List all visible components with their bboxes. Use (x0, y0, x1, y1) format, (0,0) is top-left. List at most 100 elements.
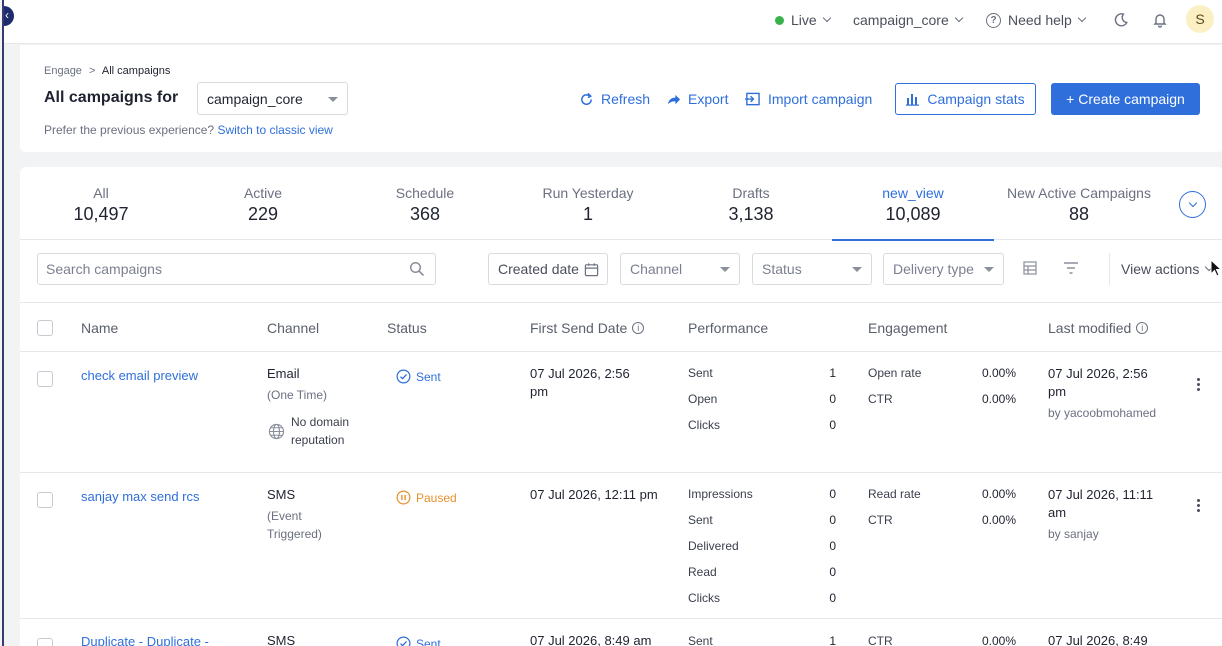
workspace-select-value: campaign_core (207, 90, 303, 107)
workspace-switcher[interactable]: campaign_core (853, 0, 963, 40)
search-input[interactable] (46, 261, 386, 277)
performance-metrics: Sent 1 Open 0 Clicks 0 (688, 366, 838, 456)
info-icon[interactable]: i (632, 322, 645, 334)
import-label: Import campaign (768, 91, 873, 107)
status-badge: Paused (396, 490, 457, 505)
environment-switcher[interactable]: Live (775, 0, 831, 40)
tab-drafts[interactable]: Drafts 3,138 (670, 167, 832, 240)
column-last-modified[interactable]: Last modified i (1048, 320, 1149, 336)
channel-filter-label: Channel (630, 261, 683, 277)
workspace-select[interactable]: campaign_core (197, 82, 348, 115)
dark-mode-toggle[interactable] (1113, 0, 1129, 40)
tab-label: Run Yesterday (542, 185, 634, 201)
channel-name: SMS (267, 487, 296, 502)
breadcrumb-engage[interactable]: Engage (44, 65, 82, 77)
column-status[interactable]: Status (387, 320, 427, 336)
bell-icon (1153, 14, 1167, 28)
view-actions-menu[interactable]: View actions (1109, 253, 1214, 285)
import-campaign-button[interactable]: Import campaign (744, 83, 872, 115)
column-first-send-date[interactable]: First Send Date i (530, 320, 645, 336)
status-filter[interactable]: Status (752, 253, 872, 285)
export-label: Export (688, 91, 729, 107)
metric-value: 0 (829, 539, 836, 553)
metric-value: 0 (829, 591, 836, 605)
tab-active[interactable]: Active 229 (182, 167, 344, 240)
breadcrumb-current: All campaigns (101, 65, 171, 77)
tab-count: 10,497 (73, 204, 129, 224)
tab-label: All (93, 185, 109, 201)
tab-schedule[interactable]: Schedule 368 (344, 167, 506, 240)
export-button[interactable]: Export (666, 83, 728, 115)
channel-name: SMS (267, 633, 296, 646)
table-row[interactable]: check email preview Email (One Time) No … (20, 352, 1222, 473)
channel-filter[interactable]: Channel (620, 253, 740, 285)
caret-down-icon (328, 97, 338, 102)
tab-count: 88 (1068, 204, 1090, 224)
columns-icon[interactable] (1023, 261, 1037, 275)
channel-delivery-type-line2: Triggered) (267, 527, 322, 541)
row-checkbox[interactable] (37, 371, 53, 387)
column-engagement[interactable]: Engagement (868, 320, 947, 336)
breadcrumb: Engage > All campaigns (44, 65, 170, 77)
tab-all[interactable]: All 10,497 (20, 167, 182, 240)
live-status-icon (775, 15, 784, 25)
search-icon[interactable] (409, 261, 425, 277)
refresh-button[interactable]: Refresh (579, 83, 650, 115)
table-row[interactable]: sanjay max send rcs SMS (Event Triggered… (20, 473, 1222, 619)
campaign-name-link[interactable]: check email preview (81, 368, 198, 383)
tab-count: 229 (247, 204, 279, 224)
column-channel[interactable]: Channel (267, 320, 319, 336)
page-title: All campaigns for (44, 89, 179, 106)
notifications-button[interactable] (1152, 0, 1168, 40)
bar-chart-icon (906, 94, 920, 106)
row-menu-icon[interactable] (1197, 497, 1200, 514)
metric-label: Sent (688, 634, 713, 646)
created-date-filter[interactable]: Created date (488, 253, 608, 285)
info-icon[interactable]: i (1136, 322, 1149, 334)
user-avatar[interactable]: S (1186, 5, 1214, 33)
metric-value: 0 (829, 418, 836, 432)
calendar-icon (584, 263, 599, 277)
delivery-type-filter[interactable]: Delivery type (883, 253, 1004, 285)
domain-reputation-line1: No domain (291, 415, 350, 429)
app-window: ‹ Live campaign_core ? Need help S Engag… (2, 0, 1222, 646)
metric-label: Sent (688, 513, 713, 527)
environment-label: Live (791, 12, 817, 28)
row-checkbox[interactable] (37, 638, 53, 646)
tab-run-yesterday[interactable]: Run Yesterday 1 (507, 167, 669, 240)
row-checkbox[interactable] (37, 492, 53, 508)
share-arrow-icon (667, 94, 681, 104)
caret-down-icon (852, 267, 862, 272)
last-modified-line2: am (1048, 505, 1067, 520)
create-campaign-button[interactable]: + Create campaign (1051, 83, 1200, 115)
first-send-date-line1: 07 Jul 2026, 12:11 pm (530, 487, 658, 502)
last-modified-line1: 07 Jul 2026, 2:56 (1048, 366, 1148, 381)
campaign-name-link[interactable]: sanjay max send rcs (81, 489, 200, 504)
metric-label: CTR (868, 513, 893, 527)
column-performance[interactable]: Performance (688, 320, 768, 336)
created-date-label: Created date (498, 261, 579, 277)
classic-view-text: Prefer the previous experience? (44, 123, 215, 137)
column-name[interactable]: Name (81, 320, 118, 336)
channel-delivery-type: (One Time) (267, 388, 328, 402)
tab-new-active-campaigns[interactable]: New Active Campaigns 88 (997, 167, 1161, 240)
status-label: Sent (416, 636, 441, 646)
status-badge: Sent (396, 369, 441, 384)
filter-icon[interactable] (1063, 261, 1079, 275)
metric-label: Open rate (868, 366, 922, 380)
campaign-name-link[interactable]: Duplicate - Duplicate - (81, 634, 209, 646)
help-menu[interactable]: ? Need help (986, 0, 1087, 40)
table-row[interactable]: Duplicate - Duplicate - SMS Sent 07 Jul … (20, 619, 1222, 646)
select-all-checkbox[interactable] (37, 320, 53, 336)
classic-view-hint: Prefer the previous experience? Switch t… (44, 123, 333, 137)
switch-classic-view-link[interactable]: Switch to classic view (217, 123, 332, 137)
more-tabs-button[interactable] (1179, 191, 1206, 218)
first-send-date-line1: 07 Jul 2026, 2:56 (530, 366, 630, 381)
import-icon (745, 92, 760, 105)
campaign-stats-button[interactable]: Campaign stats (895, 83, 1036, 115)
row-menu-icon[interactable] (1197, 376, 1200, 393)
last-modified-line1: 07 Jul 2026, 8:49 (1048, 633, 1148, 646)
moon-icon (1114, 13, 1128, 27)
tab-new-view[interactable]: new_view 10,089 (832, 167, 994, 241)
delivery-type-label: Delivery type (893, 261, 974, 277)
